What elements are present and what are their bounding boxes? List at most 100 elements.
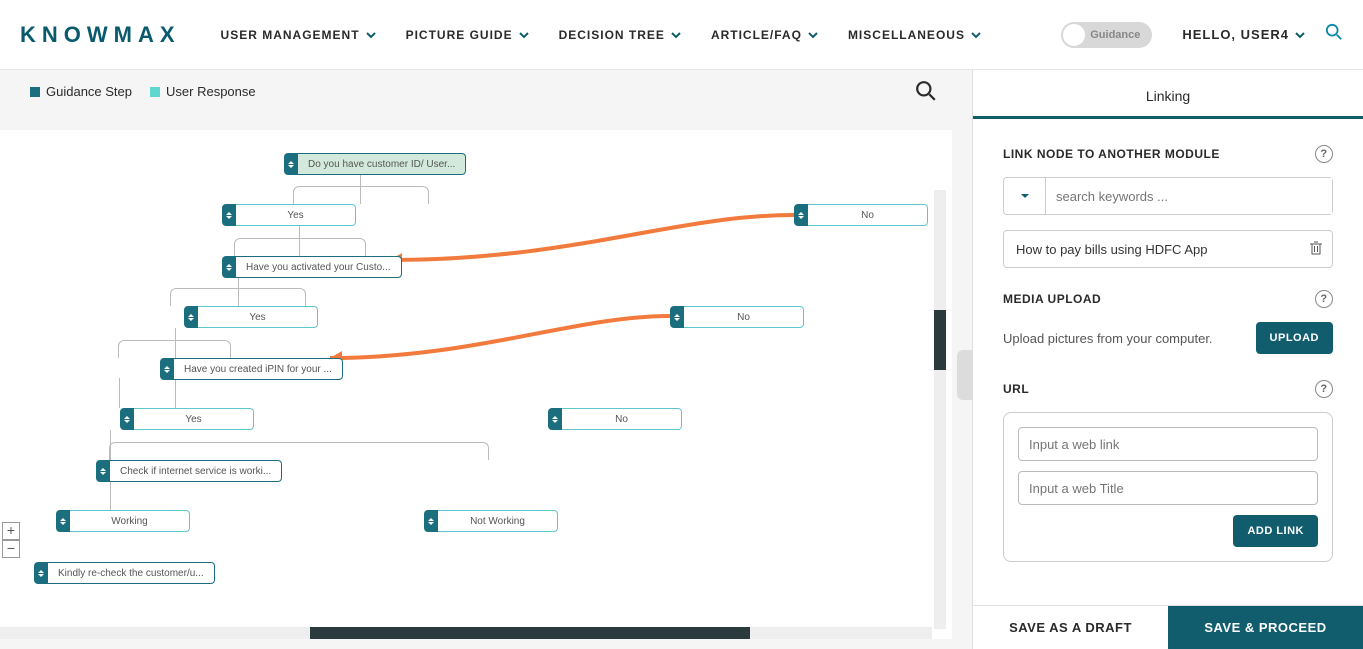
save-draft-button[interactable]: SAVE AS A DRAFT [973,606,1168,649]
link-search-row [1003,177,1333,215]
node-label: Not Working [438,510,558,532]
node-handle[interactable] [160,358,174,380]
legend: Guidance Step User Response [30,84,256,99]
legend-swatch [150,87,160,97]
nav-picture-guide[interactable]: PICTURE GUIDE [406,28,529,42]
node-label: Yes [134,408,254,430]
node-handle[interactable] [34,562,48,584]
node-handle[interactable] [96,460,110,482]
url-box: ADD LINK [1003,412,1333,562]
node-not-working[interactable]: Not Working [424,510,558,532]
node-handle[interactable] [670,306,684,328]
edge [293,186,429,204]
add-link-button[interactable]: ADD LINK [1233,515,1318,547]
help-icon[interactable]: ? [1315,145,1333,163]
node-no-1[interactable]: No [794,204,928,226]
scrollbar-thumb[interactable] [310,627,750,639]
section-link-node: LINK NODE TO ANOTHER MODULE ? [1003,145,1333,163]
node-ipin[interactable]: Have you created iPIN for your ... [160,358,343,380]
chevron-down-icon [808,30,818,40]
node-yes-2[interactable]: Yes [184,306,318,328]
nav-article-faq[interactable]: ARTICLE/FAQ [711,28,818,42]
node-no-3[interactable]: No [548,408,682,430]
canvas-area: Guidance Step User Response [0,70,973,649]
legend-swatch [30,87,40,97]
node-activated[interactable]: Have you activated your Custo... [222,256,402,278]
node-yes-3[interactable]: Yes [120,408,254,430]
node-handle[interactable] [120,408,134,430]
node-root[interactable]: Do you have customer ID/ User... [284,153,466,175]
node-label: No [684,306,804,328]
node-handle[interactable] [184,306,198,328]
node-handle[interactable] [222,204,236,226]
delete-link-button[interactable] [1308,240,1324,259]
edge [170,288,306,306]
node-handle[interactable] [424,510,438,532]
horizontal-scrollbar[interactable] [0,627,932,639]
chevron-down-icon [971,30,981,40]
upload-button[interactable]: UPLOAD [1256,322,1333,354]
save-proceed-button[interactable]: SAVE & PROCEED [1168,606,1363,649]
user-menu[interactable]: HELLO, USER4 [1182,27,1305,42]
node-handle[interactable] [548,408,562,430]
decision-tree-canvas[interactable]: Do you have customer ID/ User... Yes No … [0,130,952,639]
zoom-controls: + − [2,522,20,558]
link-type-dropdown[interactable] [1004,178,1046,214]
scrollbar-thumb[interactable] [934,310,946,370]
node-label: No [808,204,928,226]
section-url: URL ? [1003,380,1333,398]
node-handle[interactable] [794,204,808,226]
vertical-scrollbar[interactable] [934,190,946,629]
drawer-handle[interactable] [957,350,973,400]
node-handle[interactable] [222,256,236,278]
node-recheck[interactable]: Kindly re-check the customer/u... [34,562,215,584]
top-header: KNOWMAX USER MANAGEMENT PICTURE GUIDE DE… [0,0,1363,70]
edge [119,378,120,408]
help-icon[interactable]: ? [1315,380,1333,398]
node-handle[interactable] [284,153,298,175]
connector-arrow [375,205,805,275]
zoom-in-button[interactable]: + [2,522,20,540]
node-label: No [562,408,682,430]
node-yes-1[interactable]: Yes [222,204,356,226]
node-label: Kindly re-check the customer/u... [48,562,215,584]
chevron-down-icon [366,30,376,40]
legend-guidance: Guidance Step [30,84,132,99]
legend-response: User Response [150,84,256,99]
media-upload-text: Upload pictures from your computer. [1003,331,1213,346]
node-label: Check if internet service is worki... [110,460,282,482]
edge [175,378,176,408]
caret-down-icon [1020,191,1030,201]
edge [109,442,489,460]
node-label: Do you have customer ID/ User... [298,153,466,175]
node-label: Yes [236,204,356,226]
media-upload-row: Upload pictures from your computer. UPLO… [1003,322,1333,354]
node-no-2[interactable]: No [670,306,804,328]
trash-icon [1308,240,1324,256]
chevron-down-icon [671,30,681,40]
sidebar-title: Linking [973,70,1363,119]
nav-miscellaneous[interactable]: MISCELLANEOUS [848,28,981,42]
linked-item-label: How to pay bills using HDFC App [1016,242,1207,257]
nav-user-management[interactable]: USER MANAGEMENT [221,28,376,42]
node-internet[interactable]: Check if internet service is worki... [96,460,282,482]
canvas-search-icon[interactable] [915,80,937,107]
node-working[interactable]: Working [56,510,190,532]
url-title-input[interactable] [1018,471,1318,505]
url-link-input[interactable] [1018,427,1318,461]
section-media-upload: MEDIA UPLOAD ? [1003,290,1333,308]
header-search-icon[interactable] [1325,23,1343,46]
node-label: Have you activated your Custo... [236,256,402,278]
nav-decision-tree[interactable]: DECISION TREE [559,28,681,42]
link-search-input[interactable] [1046,178,1332,214]
node-label: Working [70,510,190,532]
toggle-knob [1063,24,1085,46]
node-handle[interactable] [56,510,70,532]
zoom-out-button[interactable]: − [2,540,20,558]
guidance-toggle[interactable]: Guidance [1061,22,1152,48]
main-nav: USER MANAGEMENT PICTURE GUIDE DECISION T… [221,28,981,42]
help-icon[interactable]: ? [1315,290,1333,308]
node-label: Yes [198,306,318,328]
connector-arrow [315,308,680,370]
edge [110,480,111,510]
